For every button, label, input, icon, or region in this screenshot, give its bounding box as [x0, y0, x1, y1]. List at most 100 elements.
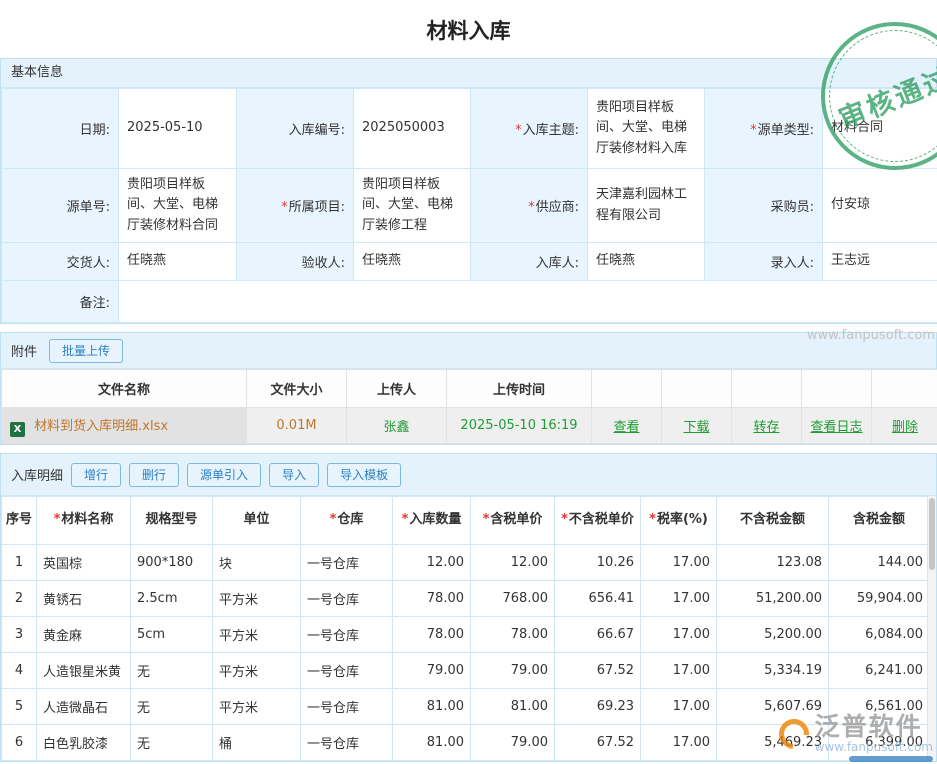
attachments-header-row: 文件名称 文件大小 上传人 上传时间: [2, 370, 937, 408]
cell-warehouse: 一号仓库: [301, 689, 393, 725]
field-label-subject: *入库主题:: [471, 89, 588, 169]
col-actions-spacer: [802, 370, 872, 408]
field-label-inspector: 验收人:: [237, 243, 354, 281]
required-asterisk: *: [528, 200, 535, 215]
field-label-project: *所属项目:: [237, 169, 354, 243]
cell-tax-rate: 17.00: [641, 617, 717, 653]
download-link[interactable]: 下载: [683, 420, 709, 435]
action-cell: 查看日志: [802, 408, 872, 444]
field-value-source-type: 材料合同: [823, 89, 937, 169]
field-label-stock-keeper: 入库人:: [471, 243, 588, 281]
action-cell: 转存: [732, 408, 802, 444]
cell-amount-incl-tax: 6,084.00: [829, 617, 930, 653]
file-name-link[interactable]: 材料到货入库明细.xlsx: [34, 419, 168, 434]
cell-material-name: 黄金麻: [37, 617, 131, 653]
field-value-inbound-no: 2025050003: [354, 89, 471, 169]
cell-amount-excl-tax: 51,200.00: [717, 581, 829, 617]
file-size-cell: 0.01M: [247, 408, 347, 444]
scrollbar-thumb[interactable]: [929, 498, 935, 570]
cell-material-name: 人造微晶石: [37, 689, 131, 725]
cell-spec-model: 无: [131, 689, 213, 725]
cell-amount-incl-tax: 59,904.00: [829, 581, 930, 617]
cell-warehouse: 一号仓库: [301, 725, 393, 761]
view-log-link[interactable]: 查看日志: [810, 420, 862, 435]
cell-amount-excl-tax: 5,200.00: [717, 617, 829, 653]
cell-tax-rate: 17.00: [641, 725, 717, 761]
file-name-cell: X 材料到货入库明细.xlsx: [2, 408, 247, 444]
cell-unit: 平方米: [213, 689, 301, 725]
cell-price-excl-tax: 10.26: [555, 545, 641, 581]
attachment-row: X 材料到货入库明细.xlsx 0.01M 张鑫 2025-05-10 16:1…: [2, 408, 937, 444]
col-actions-spacer: [872, 370, 937, 408]
field-value-recorder: 王志远: [823, 243, 937, 281]
field-value-inspector: 任晓燕: [354, 243, 471, 281]
col-upload-time: 上传时间: [447, 370, 592, 408]
detail-table-wrap: 序号 *材料名称 规格型号 单位 *仓库 *入库数量 *含税单价 *不含税单价 …: [1, 496, 936, 761]
cell-unit: 平方米: [213, 617, 301, 653]
cell-tax-rate: 17.00: [641, 545, 717, 581]
required-asterisk: *: [402, 512, 409, 527]
cell-inbound-qty: 78.00: [393, 617, 471, 653]
save-as-link[interactable]: 转存: [753, 420, 779, 435]
required-asterisk: *: [483, 512, 490, 527]
cell-tax-rate: 17.00: [641, 689, 717, 725]
cell-warehouse: 一号仓库: [301, 581, 393, 617]
cell-amount-excl-tax: 123.08: [717, 545, 829, 581]
cell-amount-excl-tax: 5,469.23: [717, 725, 829, 761]
delete-row-button[interactable]: 删行: [129, 463, 179, 487]
action-cell: 删除: [872, 408, 937, 444]
cell-spec-model: 2.5cm: [131, 581, 213, 617]
col-amount-excl-tax: 不含税金额: [717, 497, 829, 545]
cell-price-excl-tax: 66.67: [555, 617, 641, 653]
col-file-size: 文件大小: [247, 370, 347, 408]
cell-amount-incl-tax: 6,241.00: [829, 653, 930, 689]
cell-tax-rate: 17.00: [641, 581, 717, 617]
uploader-cell: 张鑫: [347, 408, 447, 444]
view-link[interactable]: 查看: [613, 420, 639, 435]
col-file-name: 文件名称: [2, 370, 247, 408]
delete-link[interactable]: 删除: [892, 420, 918, 435]
attachments-header: 附件 批量上传: [1, 333, 936, 369]
field-value-deliverer: 任晓燕: [119, 243, 237, 281]
col-price-incl-tax: *含税单价: [471, 497, 555, 545]
inbound-detail-header: 入库明细 增行 删行 源单引入 导入 导入模板: [1, 454, 936, 496]
field-label-recorder: 录入人:: [705, 243, 823, 281]
field-label-source-no: 源单号:: [2, 169, 119, 243]
required-asterisk: *: [649, 512, 656, 527]
cell-price-incl-tax: 768.00: [471, 581, 555, 617]
upload-time-cell: 2025-05-10 16:19: [447, 408, 592, 444]
attachments-table: 文件名称 文件大小 上传人 上传时间 X 材料到货入库明细.xlsx 0.01M…: [1, 369, 937, 444]
field-label-date: 日期:: [2, 89, 119, 169]
cell-price-incl-tax: 79.00: [471, 725, 555, 761]
import-button[interactable]: 导入: [269, 463, 319, 487]
col-warehouse: *仓库: [301, 497, 393, 545]
cell-unit: 块: [213, 545, 301, 581]
col-material-name: *材料名称: [37, 497, 131, 545]
vertical-scrollbar[interactable]: [927, 496, 936, 761]
cell-spec-model: 900*180: [131, 545, 213, 581]
field-label-inbound-no: 入库编号:: [237, 89, 354, 169]
cell-price-excl-tax: 69.23: [555, 689, 641, 725]
basic-info-table: 日期: 2025-05-10 入库编号: 2025050003 *入库主题: 贵…: [1, 88, 937, 323]
cell-material-name: 黄锈石: [37, 581, 131, 617]
import-template-button[interactable]: 导入模板: [327, 463, 401, 487]
form-row: 备注:: [2, 281, 937, 323]
cell-material-name: 人造银星米黄: [37, 653, 131, 689]
cell-material-name: 白色乳胶漆: [37, 725, 131, 761]
col-amount-incl-tax: 含税金额: [829, 497, 930, 545]
cell-unit: 平方米: [213, 653, 301, 689]
cell-price-excl-tax: 67.52: [555, 653, 641, 689]
attachments-section: 附件 批量上传 文件名称 文件大小 上传人 上传时间 X 材料到货入库明细.xl…: [0, 332, 937, 445]
required-asterisk: *: [515, 123, 522, 138]
field-value-remark: [119, 281, 937, 323]
required-asterisk: *: [54, 512, 61, 527]
table-row: 5 人造微晶石 无 平方米 一号仓库 81.00 81.00 69.23 17.…: [2, 689, 930, 725]
source-import-button[interactable]: 源单引入: [187, 463, 261, 487]
add-row-button[interactable]: 增行: [71, 463, 121, 487]
cell-inbound-qty: 81.00: [393, 725, 471, 761]
table-row: 4 人造银星米黄 无 平方米 一号仓库 79.00 79.00 67.52 17…: [2, 653, 930, 689]
batch-upload-button[interactable]: 批量上传: [49, 339, 123, 363]
cell-inbound-qty: 79.00: [393, 653, 471, 689]
cell-seq: 3: [2, 617, 37, 653]
cell-amount-incl-tax: 144.00: [829, 545, 930, 581]
